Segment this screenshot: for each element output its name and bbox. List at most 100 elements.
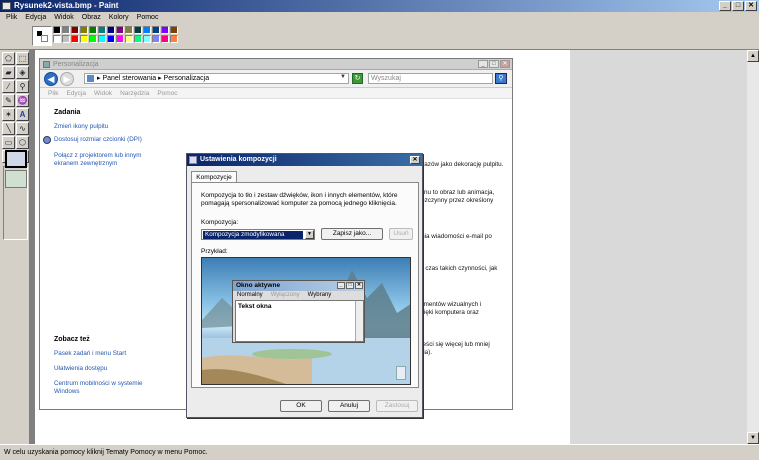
delete-button[interactable]: Usuń	[389, 228, 413, 240]
scroll-down-icon[interactable]: ▼	[747, 432, 759, 444]
color-swatch[interactable]	[71, 35, 79, 43]
color-swatch[interactable]	[116, 35, 124, 43]
menu-help[interactable]: Pomoc	[133, 12, 163, 23]
task-link-desktop-icons[interactable]: Zmień ikony pulpitu	[54, 123, 154, 131]
theme-description: Kompozycja to tło i zestaw dźwięków, iko…	[201, 192, 398, 207]
back-arrow-icon[interactable]: ◀	[44, 72, 58, 86]
ok-button[interactable]: OK	[280, 400, 322, 412]
pw-minimize-button[interactable]: _	[478, 60, 488, 68]
color-swatch[interactable]	[89, 35, 97, 43]
color-swatch[interactable]	[98, 35, 106, 43]
image-tool-icon[interactable]	[5, 170, 27, 188]
color-swatch[interactable]	[161, 26, 169, 34]
color-swatch[interactable]	[170, 26, 178, 34]
polygon-icon[interactable]: ⬡	[16, 136, 29, 149]
cancel-button[interactable]: Anuluj	[328, 400, 370, 412]
minimize-button[interactable]: _	[719, 1, 731, 11]
theme-select-value: Kompozycja zmodyfikowana	[203, 231, 303, 239]
color-swatch[interactable]	[125, 26, 133, 34]
menu-file[interactable]: Plik	[2, 12, 21, 23]
color-swatch[interactable]	[107, 26, 115, 34]
color-swatch[interactable]	[53, 26, 61, 34]
address-dropdown-icon[interactable]: ▼	[340, 74, 346, 80]
paint-canvas-area[interactable]: Personalizacja _ □ ✕ ◀ ▶ ▸ Panel sterowa…	[31, 50, 747, 444]
close-button[interactable]: ✕	[745, 1, 757, 11]
menu-image[interactable]: Obraz	[78, 12, 105, 23]
pw-menu-tools[interactable]: Narzędzia	[116, 88, 153, 98]
fill-bucket-icon[interactable]: ◈	[16, 66, 29, 79]
brush-icon[interactable]: ♒	[16, 94, 29, 107]
background-color	[41, 35, 48, 42]
personalization-title-bar: Personalizacja _ □ ✕	[40, 59, 512, 70]
paint-window-title: Rysunek2-vista.bmp - Paint	[14, 1, 119, 10]
line-icon[interactable]: ╲	[2, 122, 15, 135]
vertical-scrollbar[interactable]: ▲ ▼	[747, 50, 759, 444]
pw-menu-edit[interactable]: Edycja	[62, 88, 90, 98]
color-swatch[interactable]	[143, 26, 151, 34]
color-picker-icon[interactable]: ⁄	[2, 80, 15, 93]
image-canvas[interactable]: Personalizacja _ □ ✕ ◀ ▶ ▸ Panel sterowa…	[35, 50, 571, 444]
color-swatch[interactable]	[116, 26, 124, 34]
see-also-mobility[interactable]: Centrum mobilności w systemie Windows	[54, 380, 154, 396]
control-panel-icon	[87, 75, 94, 82]
pw-menu-file[interactable]: Plik	[44, 88, 62, 98]
refresh-icon[interactable]: ↻	[352, 73, 363, 84]
color-swatch[interactable]	[80, 35, 88, 43]
color-swatch[interactable]	[134, 35, 142, 43]
save-as-button[interactable]: Zapisz jako...	[321, 228, 383, 240]
pw-maximize-button[interactable]: □	[489, 60, 499, 68]
color-swatch[interactable]	[152, 26, 160, 34]
task-link-dpi[interactable]: Dostosuj rozmiar czcionki (DPI)	[54, 136, 154, 144]
color-swatch[interactable]	[125, 35, 133, 43]
current-colors[interactable]	[32, 26, 52, 46]
magnifier-icon[interactable]: ⚲	[16, 80, 29, 93]
eraser-icon[interactable]: ▰	[2, 66, 15, 79]
theme-select[interactable]: Kompozycja zmodyfikowana ▼	[201, 229, 315, 240]
color-swatch[interactable]	[161, 35, 169, 43]
address-field[interactable]: ▸ Panel sterowania ▸ Personalizacja	[84, 73, 349, 84]
color-swatch[interactable]	[62, 35, 70, 43]
see-also-accessibility[interactable]: Ułatwienia dostępu	[54, 365, 154, 373]
color-swatch[interactable]	[62, 26, 70, 34]
shield-icon	[43, 136, 51, 144]
color-swatch[interactable]	[107, 35, 115, 43]
theme-preview: Okno aktywne _ □ ✕ Normalny Wyłączony Wy…	[201, 257, 411, 385]
rect-select-icon[interactable]: ⬚	[16, 52, 29, 65]
curve-icon[interactable]: ∿	[16, 122, 29, 135]
screenshot-tool-icon[interactable]	[5, 150, 27, 168]
task-link-projector[interactable]: Połącz z projektorem lub innym ekranem z…	[54, 152, 154, 168]
maximize-button[interactable]: □	[732, 1, 744, 11]
search-input[interactable]: Wyszukaj	[368, 73, 493, 84]
free-select-icon[interactable]: ⬠	[2, 52, 15, 65]
apply-button[interactable]: Zastosuj	[376, 400, 418, 412]
sample-menu-normal: Normalny	[237, 292, 263, 298]
see-also-taskbar[interactable]: Pasek zadań i menu Start	[54, 350, 154, 358]
active-window-sample: Okno aktywne _ □ ✕ Normalny Wyłączony Wy…	[232, 280, 365, 343]
pw-menu-help[interactable]: Pomoc	[153, 88, 181, 98]
menu-colors[interactable]: Kolory	[105, 12, 133, 23]
color-swatch[interactable]	[170, 35, 178, 43]
scroll-up-icon[interactable]: ▲	[747, 50, 759, 62]
personalization-menubar: Plik Edycja Widok Narzędzia Pomoc	[40, 88, 512, 99]
theme-settings-dialog: Ustawienia kompozycji ✕ Kompozycje Kompo…	[186, 153, 423, 418]
menu-view[interactable]: Widok	[50, 12, 77, 23]
color-swatch[interactable]	[152, 35, 160, 43]
color-swatch[interactable]	[89, 26, 97, 34]
text-tool-icon[interactable]: A	[16, 108, 29, 121]
pw-close-button[interactable]: ✕	[500, 60, 510, 68]
pencil-icon[interactable]: ✎	[2, 94, 15, 107]
color-swatch[interactable]	[98, 26, 106, 34]
dialog-close-button[interactable]: ✕	[410, 156, 420, 164]
pw-menu-view[interactable]: Widok	[90, 88, 116, 98]
color-swatch[interactable]	[71, 26, 79, 34]
color-swatch[interactable]	[80, 26, 88, 34]
color-swatch[interactable]	[53, 35, 61, 43]
airbrush-icon[interactable]: ✶	[2, 108, 15, 121]
rectangle-icon[interactable]: ▭	[2, 136, 15, 149]
search-icon[interactable]: ⚲	[495, 73, 507, 84]
color-swatch[interactable]	[134, 26, 142, 34]
menu-edit[interactable]: Edycja	[21, 12, 50, 23]
color-swatch[interactable]	[143, 35, 151, 43]
chevron-down-icon[interactable]: ▼	[305, 230, 314, 239]
forward-arrow-icon[interactable]: ▶	[60, 72, 74, 86]
